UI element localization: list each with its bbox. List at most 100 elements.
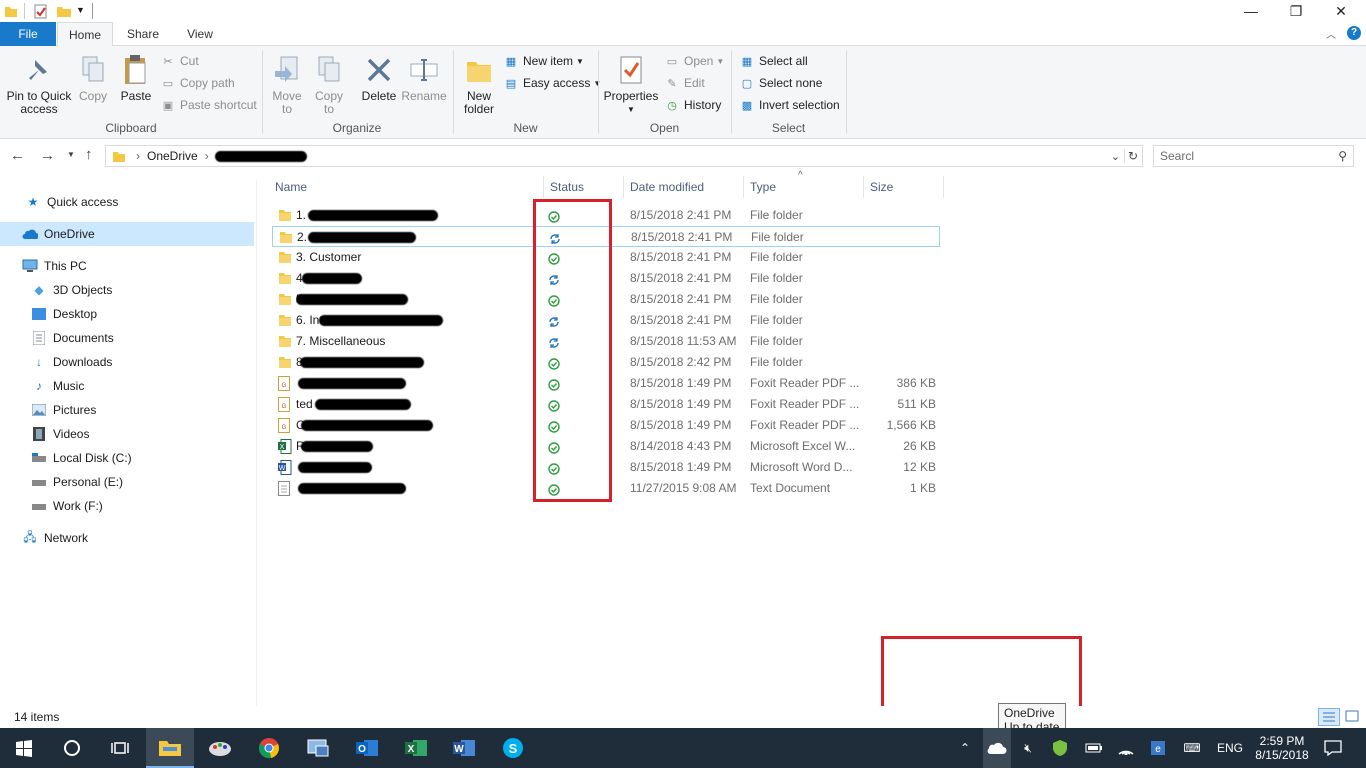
chrome-taskbar-button[interactable]	[245, 728, 293, 768]
ime-tray-icon[interactable]: e	[1144, 728, 1172, 768]
select-none-button[interactable]: ▢ Select none	[739, 73, 823, 93]
nav-documents[interactable]: Documents	[0, 326, 254, 350]
nav-quick-access[interactable]: ★ Quick access	[0, 190, 254, 214]
nav-local-disk[interactable]: Local Disk (C:)	[0, 446, 254, 470]
breadcrumb-onedrive[interactable]: OneDrive	[147, 149, 198, 163]
nav-work-drive[interactable]: Work (F:)	[0, 494, 254, 518]
minimize-button[interactable]: —	[1228, 0, 1274, 22]
paste-shortcut-button[interactable]: ▣ Paste shortcut	[160, 95, 257, 115]
copy-path-button[interactable]: ▭ Copy path	[160, 73, 235, 93]
show-hidden-icons-chevron-icon[interactable]: ⌃	[953, 728, 977, 768]
properties-icon	[615, 54, 647, 86]
svg-text:X: X	[408, 744, 415, 755]
edit-button[interactable]: ✎ Edit	[664, 73, 704, 93]
rename-button[interactable]: Rename	[400, 54, 448, 103]
copy-button[interactable]: Copy	[74, 54, 112, 103]
refresh-icon[interactable]: ↻	[1123, 149, 1138, 163]
new-folder-quick-icon[interactable]	[56, 3, 72, 19]
chevron-down-icon[interactable]: ▼	[76, 5, 85, 15]
battery-icon[interactable]	[1080, 728, 1108, 768]
cut-button[interactable]: ✂ Cut	[160, 51, 198, 71]
cortana-button[interactable]	[48, 728, 96, 768]
pin-label: Pin to Quick access	[6, 89, 72, 116]
column-header-size[interactable]: Size	[864, 176, 944, 198]
new-folder-button[interactable]: New folder	[458, 54, 500, 116]
forward-arrow-icon[interactable]: →	[40, 147, 55, 164]
column-header-type[interactable]: Type	[744, 176, 864, 198]
new-item-button[interactable]: ▦ New item ▼	[503, 51, 584, 71]
outlook-taskbar-button[interactable]: O	[343, 728, 391, 768]
nav-onedrive[interactable]: OneDrive	[0, 222, 254, 246]
action-center-icon[interactable]	[1318, 728, 1348, 768]
volume-muted-icon[interactable]: 🔇︎	[1014, 728, 1042, 768]
file-explorer-taskbar-button[interactable]	[146, 728, 194, 768]
back-arrow-icon[interactable]: ←	[10, 147, 25, 164]
column-header-date[interactable]: Date modified	[624, 176, 744, 198]
address-dropdown-icon[interactable]: ⌄	[1111, 150, 1120, 163]
open-icon: ▭	[666, 55, 678, 68]
collapse-ribbon-icon[interactable]: ︿	[1326, 26, 1336, 41]
remote-desktop-taskbar-button[interactable]	[294, 728, 342, 768]
tab-file[interactable]: File	[0, 22, 56, 46]
pin-quick-access-button[interactable]: Pin to Quick access	[4, 54, 74, 116]
details-view-button[interactable]	[1318, 708, 1340, 726]
properties-quick-icon[interactable]	[33, 3, 49, 19]
file-name: C	[296, 415, 536, 436]
wifi-icon[interactable]	[1112, 728, 1140, 768]
divider	[256, 180, 257, 706]
excel-taskbar-button[interactable]: X	[392, 728, 440, 768]
cube-icon: ◆	[34, 283, 44, 297]
invert-selection-button[interactable]: ▩ Invert selection	[739, 95, 840, 115]
move-to-button[interactable]: Move to	[268, 54, 306, 116]
nav-this-pc[interactable]: This PC	[0, 254, 254, 278]
nav-music[interactable]: ♪ Music	[0, 374, 254, 398]
paint-taskbar-button[interactable]	[196, 728, 244, 768]
cloud-icon	[987, 742, 1007, 755]
nav-3d-objects[interactable]: ◆ 3D Objects	[0, 278, 254, 302]
column-header-status[interactable]: Status	[544, 176, 624, 198]
nav-network[interactable]: 🖧 Network	[0, 526, 254, 550]
open-button[interactable]: ▭ Open ▼	[664, 51, 724, 71]
copy-to-button[interactable]: Copy to	[310, 54, 348, 116]
easy-access-button[interactable]: ▤Easy access▼	[503, 73, 601, 93]
address-box[interactable]: › OneDrive › ⌄ ↻	[105, 145, 1143, 167]
security-tray-icon[interactable]	[1046, 728, 1074, 768]
file-type: Foxit Reader PDF ...	[750, 397, 860, 411]
star-icon: ★	[27, 195, 39, 209]
properties-button[interactable]: Properties ▼	[602, 54, 660, 116]
large-icons-view-button[interactable]	[1343, 708, 1363, 726]
select-all-button[interactable]: ▦ Select all	[739, 51, 808, 71]
drive-icon	[31, 450, 47, 466]
copy-label: Copy	[78, 89, 107, 103]
nav-videos[interactable]: Videos	[0, 422, 254, 446]
help-icon[interactable]: ?	[1347, 26, 1361, 40]
tab-share[interactable]: Share	[118, 22, 168, 46]
skype-taskbar-button[interactable]: S	[489, 728, 537, 768]
history-button[interactable]: ◷ History	[664, 95, 721, 115]
language-indicator[interactable]: ENG	[1210, 728, 1250, 768]
onedrive-tray-icon[interactable]	[983, 728, 1011, 768]
restore-button[interactable]: ❐	[1273, 0, 1319, 22]
file-name	[296, 373, 536, 394]
word-taskbar-button[interactable]: W	[440, 728, 488, 768]
touch-keyboard-icon[interactable]: ⌨	[1176, 728, 1208, 768]
column-header-name[interactable]: Name	[269, 176, 544, 198]
file-name-text: 7. Miscellaneous	[296, 334, 386, 348]
file-name	[296, 478, 536, 499]
paste-button[interactable]: Paste	[116, 54, 156, 103]
nav-pictures[interactable]: Pictures	[0, 398, 254, 422]
tab-view[interactable]: View	[176, 22, 224, 46]
nav-desktop[interactable]: Desktop	[0, 302, 254, 326]
close-button[interactable]: ✕	[1318, 0, 1364, 22]
search-box[interactable]: Searcl ⚲	[1153, 145, 1354, 167]
tab-home[interactable]: Home	[57, 22, 113, 47]
up-arrow-icon[interactable]: ↑	[85, 146, 93, 163]
start-button[interactable]	[0, 728, 48, 768]
nav-personal-drive[interactable]: Personal (E:)	[0, 470, 254, 494]
clock[interactable]: 2:59 PM 8/15/2018	[1252, 728, 1312, 768]
nav-downloads[interactable]: ↓ Downloads	[0, 350, 254, 374]
properties-label: Properties	[603, 89, 659, 103]
task-view-button[interactable]	[96, 728, 144, 768]
recent-locations-chevron-icon[interactable]: ▼	[67, 150, 75, 159]
delete-button[interactable]: Delete	[358, 54, 400, 103]
